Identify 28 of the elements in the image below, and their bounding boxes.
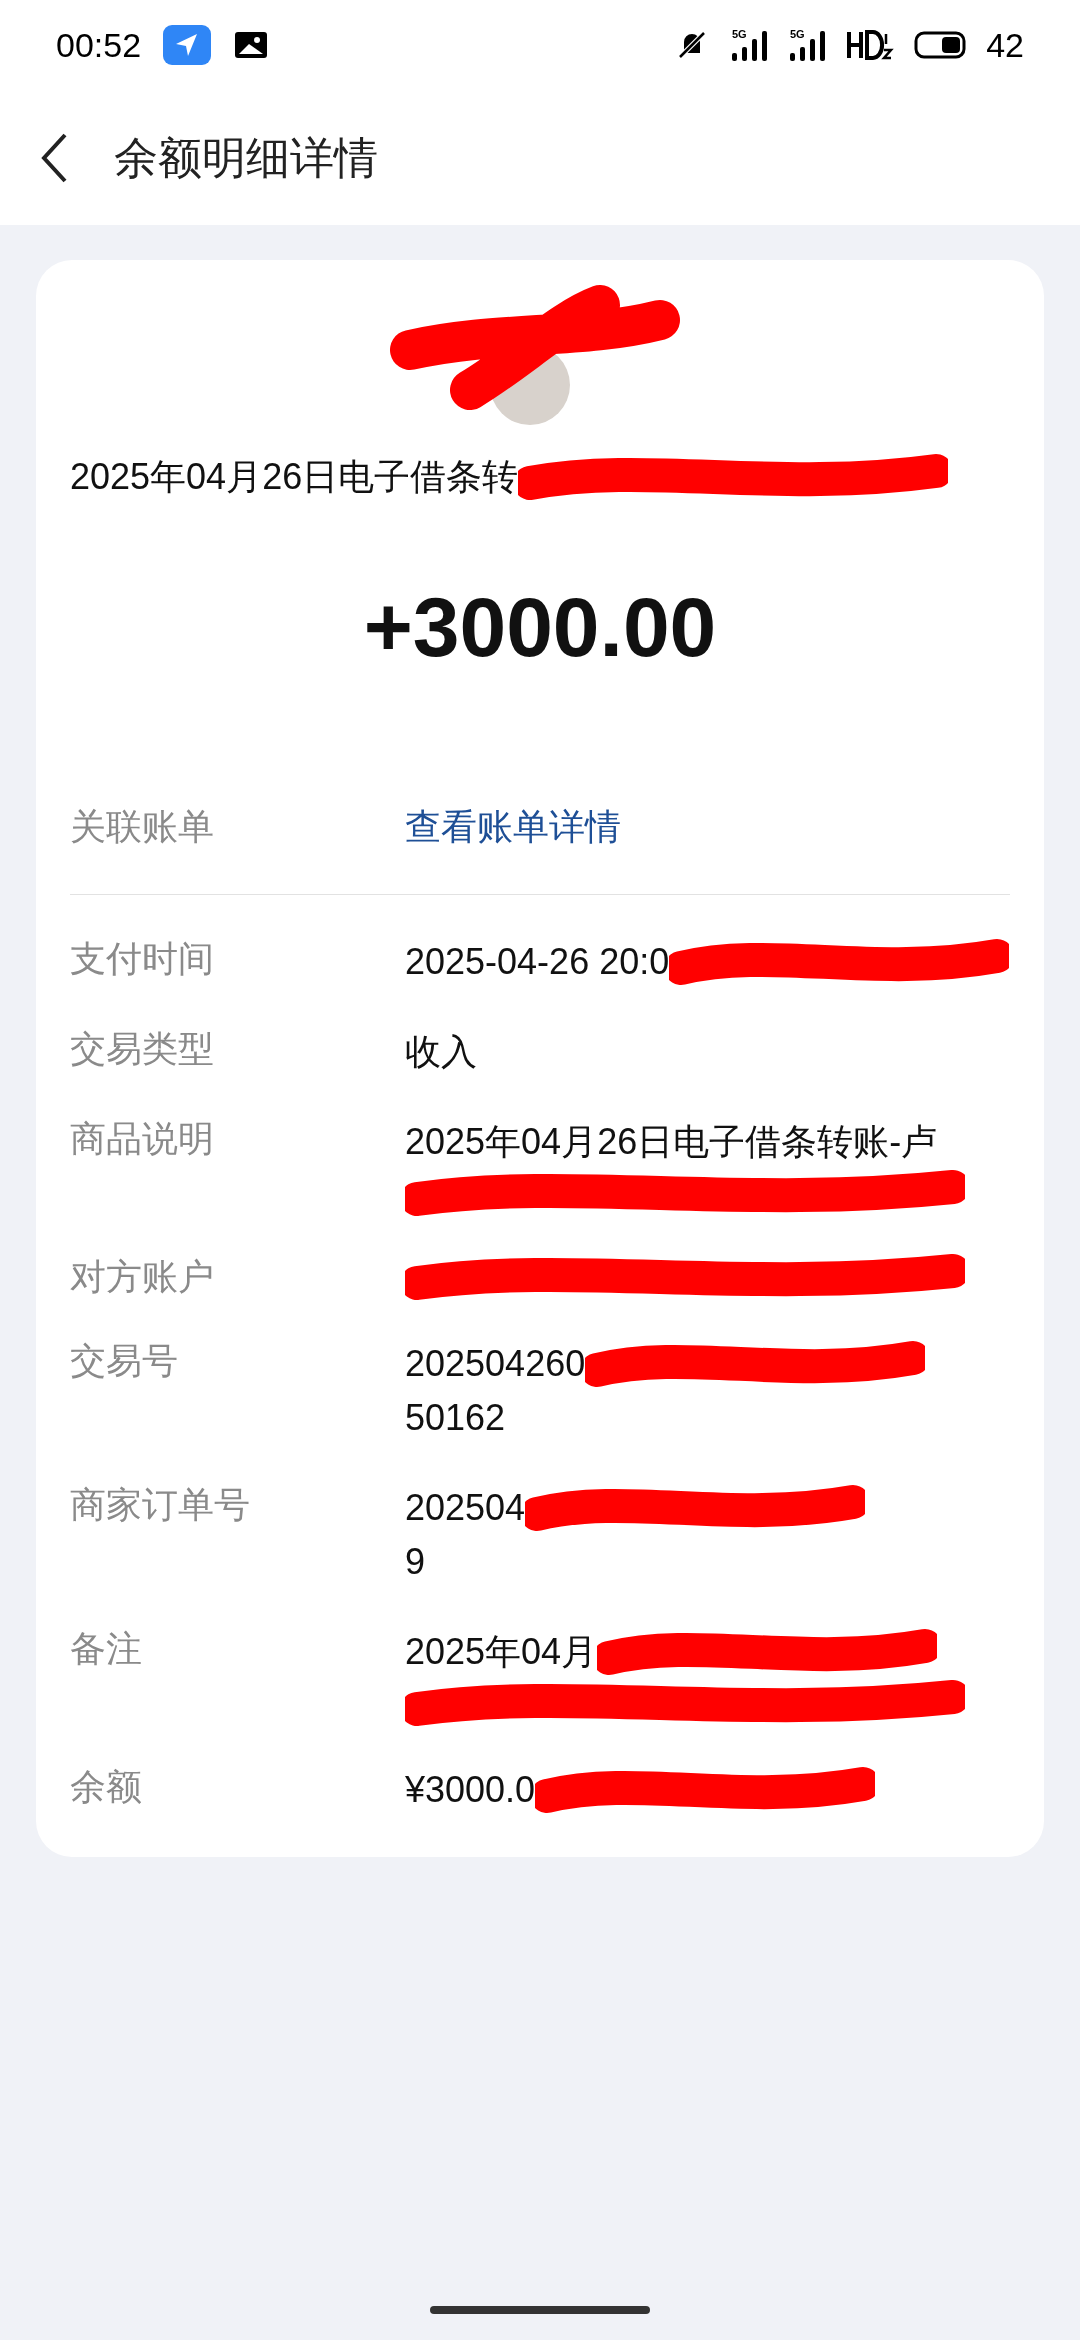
detail-value: 2025年04月26日电子借条转账-卢 <box>405 1120 938 1164</box>
page-title: 余额明细详情 <box>114 131 378 184</box>
battery-icon <box>912 30 969 60</box>
detail-label: 备注 <box>70 1627 143 1671</box>
navigation-icon <box>163 25 212 65</box>
status-time: 00:52 <box>56 24 142 66</box>
detail-label: 关联账单 <box>70 805 215 849</box>
transaction-description: 2025年04月26日电子借条转 <box>70 455 519 499</box>
detail-label: 余额 <box>70 1765 143 1809</box>
detail-label: 商家订单号 <box>70 1483 251 1527</box>
detail-value: ¥3000.0 <box>405 1768 536 1812</box>
detail-label: 支付时间 <box>70 937 215 981</box>
detail-label: 交易类型 <box>70 1027 215 1071</box>
amount: +3000.00 <box>363 579 717 676</box>
detail-label: 交易号 <box>70 1339 179 1383</box>
detail-value: 202504260 <box>405 1342 586 1386</box>
battery-level: 42 <box>986 24 1024 66</box>
detail-label: 对方账户 <box>70 1255 215 1299</box>
hd-icon <box>846 28 895 62</box>
detail-value: 50162 <box>405 1396 506 1440</box>
view-bill-link[interactable]: 查看账单详情 <box>405 800 621 854</box>
detail-value: 收入 <box>405 1030 477 1074</box>
detail-value: 2025-04-26 20:0 <box>405 940 670 984</box>
detail-label: 商品说明 <box>70 1117 215 1161</box>
detail-value: 202504 <box>405 1486 526 1530</box>
detail-value: 9 <box>405 1540 426 1584</box>
detail-value: 2025年04月 <box>405 1630 598 1674</box>
image-icon <box>233 30 270 60</box>
